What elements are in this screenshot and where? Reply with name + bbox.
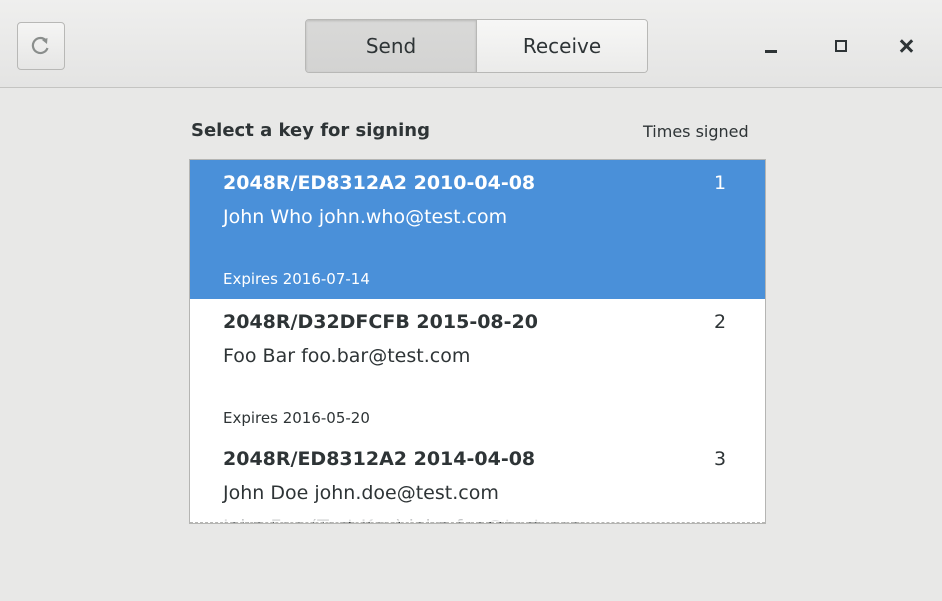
key-uid: John Doe john.doe@test.com xyxy=(223,482,499,504)
times-signed-header: Times signed xyxy=(643,122,749,141)
scroll-undershoot xyxy=(190,513,765,523)
tab-receive[interactable]: Receive xyxy=(476,20,647,72)
key-row[interactable]: 2048R/ED8312A2 2010-04-08 1 John Who joh… xyxy=(190,160,765,299)
refresh-icon xyxy=(31,36,49,55)
key-uid: Foo Bar foo.bar@test.com xyxy=(223,345,471,367)
maximize-button[interactable] xyxy=(821,26,861,66)
key-list[interactable]: 2048R/ED8312A2 2010-04-08 1 John Who joh… xyxy=(189,159,766,524)
key-id: 2048R/ED8312A2 2014-04-08 xyxy=(223,448,536,470)
key-expires: Expires 2016-05-20 xyxy=(223,409,370,427)
maximize-icon xyxy=(835,40,847,52)
tab-send[interactable]: Send xyxy=(306,20,476,72)
key-id: 2048R/D32DFCFB 2015-08-20 xyxy=(223,311,538,333)
close-button[interactable] xyxy=(886,26,926,66)
key-row[interactable]: 2048R/D32DFCFB 2015-08-20 2 Foo Bar foo.… xyxy=(190,299,765,438)
key-expires: Expires 2016-07-14 xyxy=(223,270,370,288)
key-row[interactable]: 2048R/ED8312A2 2014-04-08 3 John Doe joh… xyxy=(190,436,765,523)
header-bar: Send Receive xyxy=(0,0,942,88)
key-id: 2048R/ED8312A2 2010-04-08 xyxy=(223,172,536,194)
close-icon xyxy=(899,39,913,53)
times-signed: 1 xyxy=(714,172,727,194)
minimize-button[interactable] xyxy=(751,26,791,66)
minimize-icon xyxy=(765,49,777,53)
refresh-button[interactable] xyxy=(17,22,65,70)
key-list-title: Select a key for signing xyxy=(191,120,430,141)
key-uid: John Who john.who@test.com xyxy=(223,206,508,228)
view-switcher: Send Receive xyxy=(305,19,648,73)
app-window: Send Receive Select a key for signing Ti… xyxy=(0,0,942,601)
times-signed: 2 xyxy=(714,311,727,333)
times-signed: 3 xyxy=(714,448,727,470)
